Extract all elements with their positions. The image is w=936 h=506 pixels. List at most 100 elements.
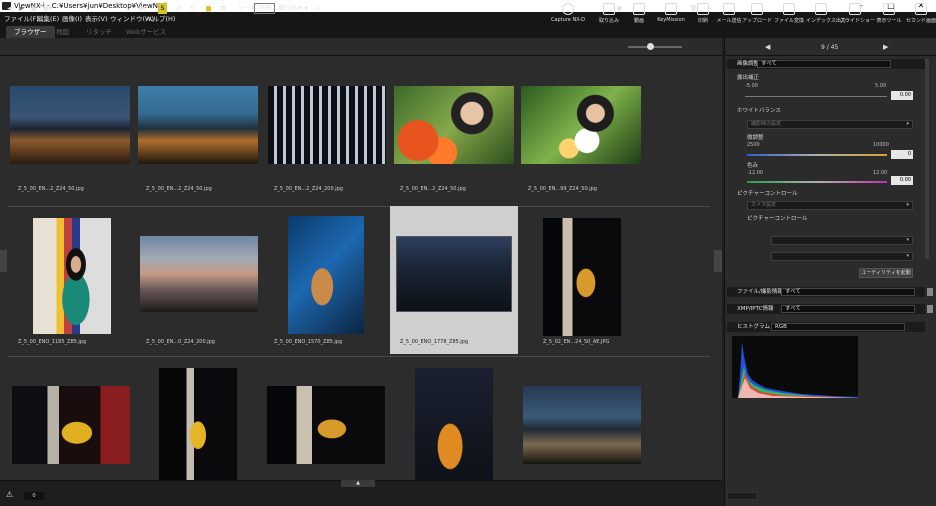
warning-triangle-icon: ⚠ <box>6 490 14 499</box>
picture-control-select[interactable]: カメラ設定 ▾ <box>747 201 913 210</box>
exposure-slider[interactable] <box>745 96 887 97</box>
tint-label: 色み <box>747 163 759 169</box>
tab-retouch[interactable]: リタッチ <box>78 26 120 38</box>
thumbnail-image[interactable] <box>10 86 130 164</box>
rotate-left-icon[interactable]: ↺ <box>173 3 184 14</box>
xmp-label: XMP/IPTC情報 <box>737 306 774 312</box>
thumbnail-image[interactable] <box>415 368 493 480</box>
file-info-select[interactable]: すべて <box>781 288 915 296</box>
thumbnail-filename: Z_5_00_EN...2_Z24_50.jpg <box>18 186 84 192</box>
exposure-value[interactable]: 0.00 <box>891 91 913 100</box>
thumbnail-image[interactable] <box>138 86 258 164</box>
thumbnail-image[interactable] <box>394 86 514 164</box>
menu-file[interactable]: ファイル(F) <box>4 13 39 23</box>
menu-edit[interactable]: 編集(E) <box>37 13 59 23</box>
capture-nx-d-button[interactable]: Capture NX-D <box>550 2 586 26</box>
display-tool-button[interactable]: 表示ツール <box>874 2 904 26</box>
histogram-panel-header[interactable]: ヒストグラム RGB <box>727 322 925 332</box>
label-icon[interactable]: S <box>158 3 167 14</box>
thumbnail-image[interactable] <box>268 86 386 164</box>
exposure-min: -5.00 <box>745 83 758 89</box>
exposure-label: 露出補正 <box>737 75 760 81</box>
mail-label: メール送信 <box>716 18 742 24</box>
keymission-button[interactable]: KeyMission <box>656 2 686 26</box>
back-arrow-icon[interactable]: ◀ <box>4 3 15 14</box>
zoom-slider[interactable] <box>628 46 682 48</box>
thumbnail-filename: Z_5_00_EN...0_Z24_200.jpg <box>146 339 215 345</box>
thumbnail-image[interactable] <box>12 386 130 464</box>
tint-max: 12.00 <box>873 170 888 176</box>
sort-select[interactable]: TYPE <box>254 3 275 14</box>
tint-slider[interactable] <box>747 181 887 183</box>
xmp-select[interactable]: すべて <box>781 305 915 313</box>
picture-control-option-2[interactable]: ▾ <box>771 252 913 261</box>
thumbnail-image[interactable] <box>396 236 512 312</box>
second-screen-button[interactable]: セカンド画面 <box>906 2 936 26</box>
tint-value[interactable]: 0.00 <box>891 176 913 185</box>
histogram-select[interactable]: RGB <box>771 323 905 331</box>
grid-view-icon[interactable]: ⊞▾ <box>136 3 147 14</box>
thumbnail-size-icon[interactable]: ▣ <box>614 3 625 14</box>
mail-button[interactable]: メール送信 <box>714 2 744 26</box>
thumbnail-image[interactable] <box>159 368 237 480</box>
adjust-select[interactable]: すべて <box>757 60 891 68</box>
fine-tune-value[interactable]: 0 <box>891 150 913 159</box>
panel-toggle-icon[interactable]: ↔ <box>704 3 715 14</box>
view-option-icon[interactable]: ▤▾ <box>42 3 53 14</box>
menu-help[interactable]: ヘルプ(H) <box>146 13 175 23</box>
panel-scrollbar[interactable] <box>925 59 929 259</box>
thumbnail-filename: Z_5_00_EN...99_Z24_50.jpg <box>528 186 597 192</box>
file-info-panel-header[interactable]: ファイル/撮影情報 すべて <box>727 287 925 297</box>
thumbnail-image[interactable] <box>543 218 621 336</box>
thumbnail-image[interactable] <box>33 218 111 334</box>
index-print-icon <box>815 3 827 15</box>
row-separator <box>8 206 710 207</box>
white-balance-select[interactable]: 撮影時の設定 ▾ <box>747 120 913 129</box>
next-image-button[interactable]: ▶ <box>883 43 888 51</box>
folder-up-icon[interactable]: ▦ <box>28 3 39 14</box>
left-panel-toggle[interactable] <box>0 250 7 272</box>
folder-icon[interactable]: ▆ <box>203 3 214 14</box>
upload-label: アップロード <box>742 18 773 24</box>
thumbnail-image[interactable] <box>267 386 385 464</box>
zoom-slider-handle[interactable] <box>647 43 654 50</box>
index-print-button[interactable]: インデックス出力 <box>806 2 846 26</box>
mail-icon <box>723 3 735 15</box>
movie-button[interactable]: 動画 <box>624 2 654 26</box>
xmp-panel-header[interactable]: XMP/IPTC情報 すべて <box>727 304 925 314</box>
movie-icon <box>633 3 645 15</box>
convert-button[interactable]: ファイル変換 <box>774 2 804 26</box>
picture-control-option-1[interactable]: ▾ <box>771 236 913 245</box>
filter-select[interactable]: 絞り込み ▾ <box>279 3 308 14</box>
panel-footer-field[interactable] <box>727 492 757 500</box>
filter-warning-icon[interactable]: ⚠ <box>312 3 323 14</box>
thumbnail-filename: Z_5_00_EN...2_Z24_50.jpg <box>146 186 212 192</box>
tab-map[interactable]: 地図 <box>48 26 77 38</box>
link-icon[interactable]: ⧉ <box>218 3 229 14</box>
delete-icon[interactable]: 🗑 <box>688 3 699 14</box>
slideshow-button[interactable]: スライドショー <box>840 2 875 26</box>
fine-tune-slider[interactable] <box>747 154 887 156</box>
upload-button[interactable]: アップロード <box>742 2 772 26</box>
browser-toolbar <box>0 38 722 56</box>
thumbnail-image[interactable] <box>523 386 641 464</box>
thumbnail-filename: Z_5_02_EN...24_50_AE.JPG <box>543 339 610 345</box>
xmp-settings-icon[interactable] <box>927 305 933 313</box>
thumbnail-image[interactable] <box>140 236 258 312</box>
right-panel-toggle[interactable] <box>714 250 722 272</box>
display-tool-label: 表示ツール <box>876 18 902 24</box>
fine-tune-max: 10000 <box>873 142 889 148</box>
forward-arrow-icon[interactable]: ▶ <box>16 3 27 14</box>
thumbnail-filename: Z_5_00_ENO_1185_Z85.jpg <box>18 339 87 345</box>
filmstrip-toggle[interactable]: ▲ <box>341 480 375 487</box>
menu-view[interactable]: 表示(V) <box>85 13 108 23</box>
thumbnail-image[interactable] <box>521 86 641 164</box>
utility-launch-button[interactable]: ユーティリティを起動 <box>859 268 913 278</box>
prev-image-button[interactable]: ◀ <box>765 43 770 51</box>
adjust-panel-header[interactable]: 画像調整 すべて <box>727 59 925 69</box>
rotate-right-icon[interactable]: ↻ <box>187 3 198 14</box>
file-info-settings-icon[interactable] <box>927 288 933 296</box>
tab-webservice[interactable]: Webサービス <box>118 26 174 38</box>
menu-image[interactable]: 画像(I) <box>62 13 82 23</box>
thumbnail-image[interactable] <box>288 216 364 334</box>
